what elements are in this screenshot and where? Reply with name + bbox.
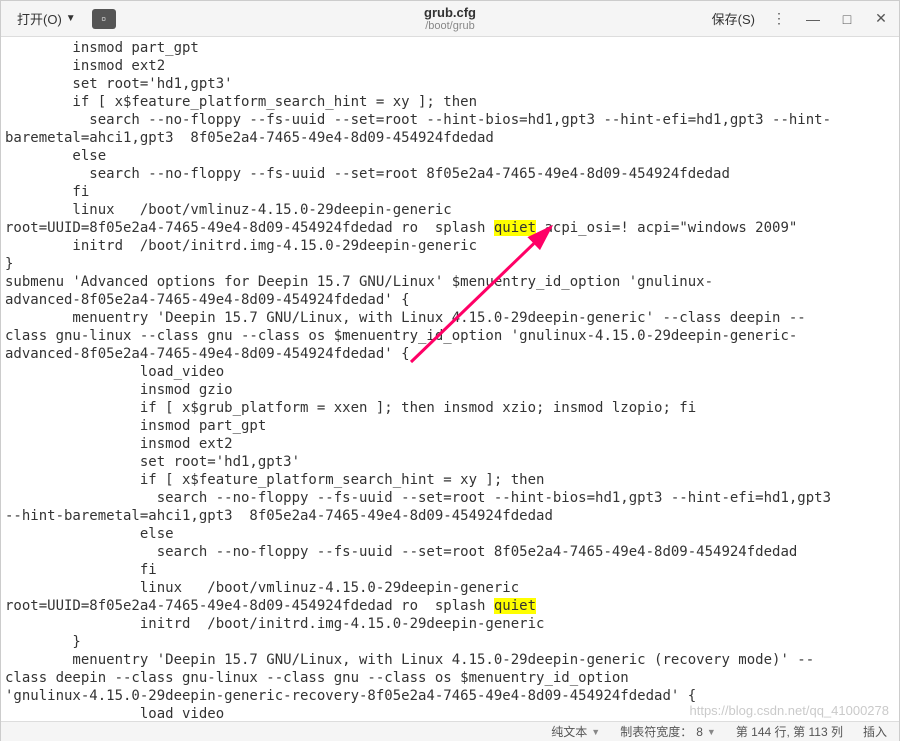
open-label: 打开(O) — [17, 9, 62, 28]
tabwidth-selector[interactable]: 制表符宽度： 8 ▼ — [620, 723, 716, 740]
maximize-button[interactable]: □ — [837, 9, 857, 29]
text-editor-area[interactable]: insmod part_gpt insmod ext2 set root='hd… — [1, 37, 899, 721]
statusbar: 纯文本 ▼ 制表符宽度： 8 ▼ 第 144 行, 第 113 列 插入 — [1, 721, 899, 741]
chevron-down-icon: ▼ — [591, 727, 600, 737]
open-button[interactable]: 打开(O) ▼ — [9, 5, 84, 32]
tabwidth-label: 制表符宽度： — [620, 723, 692, 740]
filetype-selector[interactable]: 纯文本 ▼ — [551, 723, 600, 740]
titlebar-right: 保存(S) ⋮ — □ ✕ — [712, 9, 891, 29]
save-button[interactable]: 保存(S) — [712, 9, 755, 28]
maximize-icon: □ — [843, 11, 851, 27]
close-button[interactable]: ✕ — [871, 9, 891, 29]
insert-mode-selector[interactable]: 插入 — [863, 723, 887, 740]
chevron-down-icon: ▼ — [66, 13, 76, 24]
minimize-button[interactable]: — — [803, 9, 823, 29]
minimize-icon: — — [806, 11, 820, 27]
hamburger-menu-button[interactable]: ⋮ — [769, 9, 789, 29]
close-icon: ✕ — [875, 10, 887, 27]
position-label: 第 144 行, 第 113 列 — [736, 723, 843, 740]
new-document-button[interactable]: ▫ — [92, 9, 116, 29]
kebab-icon: ⋮ — [772, 10, 786, 27]
filetype-label: 纯文本 — [551, 723, 587, 740]
chevron-down-icon: ▼ — [707, 727, 716, 737]
mode-label: 插入 — [863, 723, 887, 740]
tabwidth-value: 8 — [696, 725, 703, 739]
plus-icon: ▫ — [101, 11, 106, 26]
titlebar: 打开(O) ▼ ▫ grub.cfg /boot/grub 保存(S) ⋮ — … — [1, 1, 899, 37]
titlebar-left: 打开(O) ▼ ▫ — [9, 5, 116, 32]
annotation-arrow-icon — [401, 212, 581, 372]
cursor-position: 第 144 行, 第 113 列 — [736, 723, 843, 740]
